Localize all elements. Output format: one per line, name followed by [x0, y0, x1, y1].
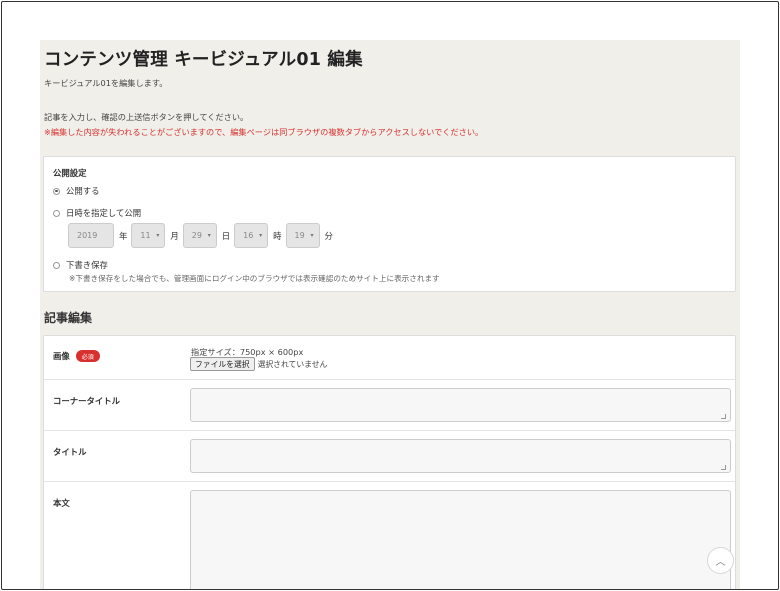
corner-title-resize-handle[interactable]	[721, 414, 726, 419]
draft-note: ※下書き保存をした場合でも、管理画面にログイン中のブラウザでは表示確認のためサイ…	[69, 274, 440, 283]
hour-select-value: 16	[243, 231, 254, 240]
day-unit: 日	[221, 230, 231, 241]
image-label: 画像 必須	[53, 350, 100, 362]
instruction-text: 記事を入力し、確認の上送信ボタンを押してください。	[44, 112, 249, 122]
radio-save-draft-label: 下書き保存	[66, 260, 108, 270]
month-select-value: 11	[140, 231, 151, 240]
month-select[interactable]: 11 ▾	[131, 223, 166, 248]
radio-publish-now[interactable]: 公開する	[53, 185, 100, 197]
corner-title-label: コーナータイトル	[53, 396, 120, 406]
article-title-input[interactable]	[190, 439, 731, 473]
radio-save-draft-indicator[interactable]	[53, 261, 60, 269]
choose-file-button[interactable]: ファイルを選択	[190, 357, 255, 371]
body-input[interactable]	[190, 490, 731, 589]
image-label-text: 画像	[53, 351, 70, 361]
corner-title-row: コーナータイトル	[44, 380, 735, 431]
year-select[interactable]: 2019	[68, 223, 114, 248]
body-label: 本文	[53, 498, 70, 508]
corner-title-input[interactable]	[190, 388, 731, 422]
minute-select-value: 19	[294, 231, 305, 240]
day-select-value: 29	[191, 231, 202, 240]
required-badge: 必須	[75, 350, 100, 362]
month-unit: 月	[170, 230, 179, 241]
month-chevron-down-icon: ▾	[156, 232, 160, 239]
year-unit: 年	[119, 230, 128, 241]
article-title-label: タイトル	[53, 447, 87, 457]
page-lead: キービジュアル01を編集します。	[44, 78, 168, 88]
minute-select[interactable]: 19 ▾	[285, 223, 320, 248]
radio-scheduled-publish-indicator[interactable]	[53, 209, 60, 217]
page-title: コンテンツ管理 キービジュアル01 編集	[44, 50, 363, 70]
article-title-resize-handle[interactable]	[721, 465, 726, 470]
minute-unit: 分	[324, 230, 333, 241]
radio-scheduled-publish[interactable]: 日時を指定して公開	[53, 207, 141, 219]
warning-text: ※編集した内容が失われることがございますので、編集ページは同ブラウザの複数タブか…	[44, 127, 484, 137]
minute-chevron-down-icon: ▾	[310, 232, 314, 239]
screenshot-frame: コンテンツ管理 キービジュアル01 編集 キービジュアル01を編集します。 記事…	[1, 1, 779, 590]
file-status: 選択されていません	[257, 359, 328, 369]
publish-settings-panel: 公開設定 公開する 日時を指定して公開 2019 年 11 ▾ 月 29 ▾ 日…	[43, 156, 736, 292]
article-title-row: タイトル	[44, 431, 735, 482]
article-edit-form: 画像 必須 指定サイズ：750px × 600px ファイルを選択 選択されてい…	[43, 335, 736, 589]
content-page: コンテンツ管理 キービジュアル01 編集 キービジュアル01を編集します。 記事…	[40, 40, 740, 589]
radio-save-draft[interactable]: 下書き保存	[53, 259, 108, 271]
body-row: 本文	[44, 482, 735, 589]
year-select-value: 2019	[77, 231, 98, 240]
schedule-datetime-row: 2019 年 11 ▾ 月 29 ▾ 日 16 ▾ 時 19 ▾ 分	[68, 223, 337, 248]
radio-publish-now-indicator[interactable]	[53, 187, 60, 195]
image-row: 画像 必須 指定サイズ：750px × 600px ファイルを選択 選択されてい…	[44, 336, 735, 380]
scroll-to-top-button[interactable]: ︿	[707, 547, 734, 574]
day-select[interactable]: 29 ▾	[182, 223, 217, 248]
hour-select[interactable]: 16 ▾	[234, 223, 269, 248]
chevron-up-icon: ︿	[715, 557, 726, 568]
hour-chevron-down-icon: ▾	[259, 232, 263, 239]
day-chevron-down-icon: ▾	[207, 232, 211, 239]
file-input: ファイルを選択 選択されていません	[190, 357, 327, 371]
publish-settings-title: 公開設定	[53, 168, 87, 178]
hour-unit: 時	[273, 230, 282, 241]
radio-scheduled-publish-label: 日時を指定して公開	[66, 208, 142, 218]
editor-section-title: 記事編集	[44, 311, 93, 325]
radio-publish-now-label: 公開する	[66, 186, 100, 196]
